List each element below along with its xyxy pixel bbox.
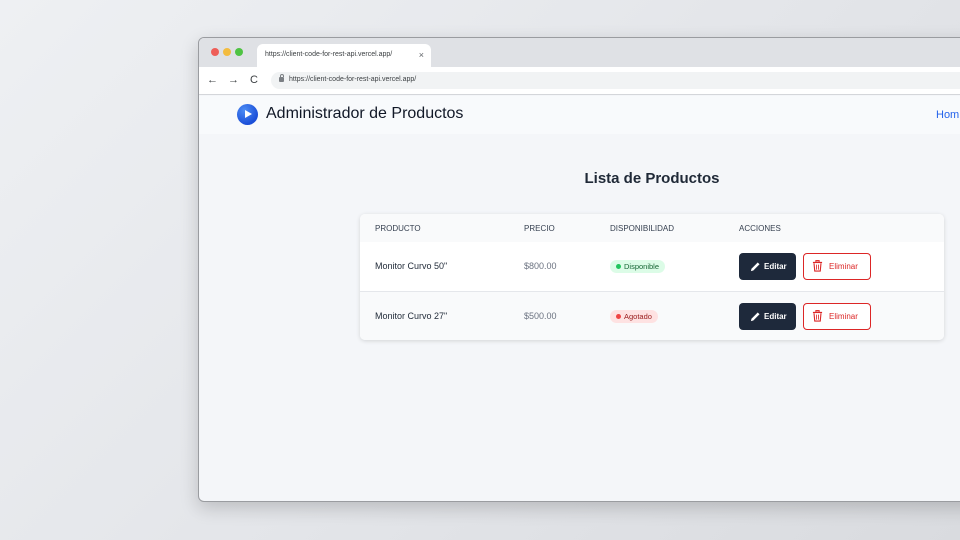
minimize-window-icon[interactable] bbox=[223, 48, 231, 56]
product-price: $500.00 bbox=[524, 311, 557, 321]
page-title: Lista de Productos bbox=[584, 170, 720, 187]
url-text[interactable]: https://client-code-for-rest-api.vercel.… bbox=[289, 76, 416, 83]
status-badge: Disponible bbox=[610, 260, 666, 273]
trash-icon bbox=[812, 310, 823, 322]
status-dot-icon bbox=[616, 314, 621, 319]
table-header: PRODUCTO PRECIO DISPONIBILIDAD ACCIONES bbox=[360, 214, 944, 242]
delete-button[interactable]: Eliminar bbox=[803, 303, 871, 330]
browser-window: https://client-code-for-rest-api.vercel.… bbox=[198, 37, 960, 502]
browser-titlebar: https://client-code-for-rest-api.vercel.… bbox=[199, 38, 960, 67]
forward-arrow-icon[interactable]: → bbox=[228, 74, 239, 86]
product-name: Monitor Curvo 27" bbox=[375, 311, 448, 321]
status-dot-icon bbox=[616, 264, 621, 269]
status-text: Agotado bbox=[624, 312, 652, 321]
reload-icon[interactable]: C bbox=[250, 74, 258, 86]
play-logo-icon[interactable] bbox=[237, 104, 258, 125]
status-badge: Agotado bbox=[610, 310, 658, 323]
pencil-icon bbox=[750, 262, 760, 272]
tab-title: https://client-code-for-rest-api.vercel.… bbox=[265, 51, 393, 58]
product-price: $800.00 bbox=[524, 261, 557, 271]
table-row: Monitor Curvo 50" $800.00 Disponible Edi… bbox=[360, 242, 944, 291]
products-table: PRODUCTO PRECIO DISPONIBILIDAD ACCIONES … bbox=[360, 214, 944, 340]
trash-icon bbox=[812, 260, 823, 272]
product-name: Monitor Curvo 50" bbox=[375, 261, 448, 271]
close-window-icon[interactable] bbox=[211, 48, 219, 56]
edit-button-label: Editar bbox=[764, 262, 787, 271]
app-brand-title[interactable]: Administrador de Productos bbox=[266, 105, 463, 123]
edit-button[interactable]: Editar bbox=[739, 253, 796, 280]
table-row: Monitor Curvo 27" $500.00 Agotado Editar bbox=[360, 291, 944, 340]
pencil-icon bbox=[750, 312, 760, 322]
nav-link-home[interactable]: Hom bbox=[936, 109, 959, 121]
edit-button-label: Editar bbox=[764, 312, 787, 321]
app-header: Administrador de Productos Hom bbox=[199, 96, 960, 134]
browser-tab[interactable]: https://client-code-for-rest-api.vercel.… bbox=[257, 44, 431, 67]
column-header-producto: PRODUCTO bbox=[375, 224, 421, 233]
status-text: Disponible bbox=[624, 262, 660, 271]
delete-button[interactable]: Eliminar bbox=[803, 253, 871, 280]
delete-button-label: Eliminar bbox=[829, 262, 858, 271]
column-header-disponibilidad: DISPONIBILIDAD bbox=[610, 224, 675, 233]
column-header-acciones: ACCIONES bbox=[739, 224, 781, 233]
edit-button[interactable]: Editar bbox=[739, 303, 796, 330]
browser-toolbar: ← → C https://client-code-for-rest-api.v… bbox=[199, 67, 960, 95]
column-header-precio: PRECIO bbox=[524, 224, 555, 233]
lock-icon bbox=[279, 74, 284, 82]
delete-button-label: Eliminar bbox=[829, 312, 858, 321]
back-arrow-icon[interactable]: ← bbox=[207, 74, 218, 86]
maximize-window-icon[interactable] bbox=[235, 48, 243, 56]
address-bar[interactable]: https://client-code-for-rest-api.vercel.… bbox=[271, 72, 960, 89]
tab-close-icon[interactable]: × bbox=[419, 49, 424, 61]
